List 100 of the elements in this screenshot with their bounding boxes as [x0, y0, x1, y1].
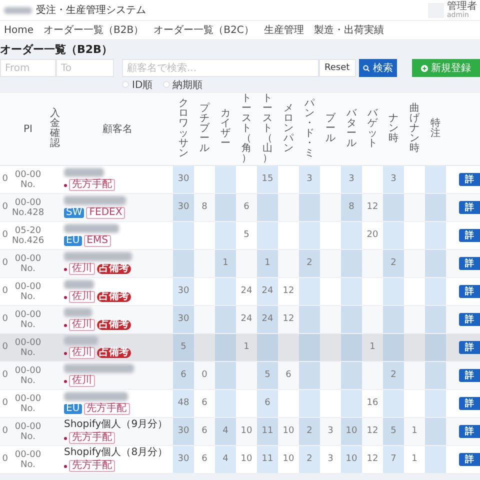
redacted-logo	[4, 6, 32, 14]
pi-number: 00-00	[14, 366, 42, 376]
label-tag: 先方手配	[69, 179, 115, 191]
table-cell: 0	[2, 370, 8, 380]
detail-button[interactable]: 詳	[459, 425, 480, 438]
column-header: トースト（山）	[262, 94, 272, 164]
quantity: 10	[346, 454, 358, 464]
detail-button[interactable]: 詳	[459, 453, 480, 466]
quantity: 10	[282, 454, 294, 464]
table-cell: 0	[2, 342, 8, 352]
pi-number: No.	[20, 180, 36, 190]
pi-number: 00-00	[14, 282, 42, 292]
quantity: 20	[366, 230, 378, 240]
detail-button[interactable]: 詳	[459, 341, 480, 354]
quantity: 6	[202, 398, 208, 408]
quantity: 1	[412, 426, 418, 436]
nav-link[interactable]: オーダー一覧（B2B）	[44, 23, 144, 37]
column-header: クロワッサン	[178, 99, 188, 159]
label-tag: 佐川	[69, 263, 95, 275]
quantity: 4	[222, 454, 228, 464]
quantity: 12	[366, 426, 378, 436]
quantity: 1	[244, 342, 250, 352]
quantity: 10	[282, 426, 294, 436]
quantity: 12	[366, 202, 378, 212]
quantity: 30	[178, 314, 190, 324]
quantity: 12	[282, 314, 294, 324]
quantity: 3	[390, 174, 396, 184]
pi-number: No.426	[10, 236, 46, 246]
detail-button[interactable]: 詳	[459, 397, 480, 410]
quantity: 12	[366, 454, 378, 464]
pi-number: No.	[20, 320, 36, 330]
pi-number: 00-00	[14, 254, 42, 264]
quantity: 11	[262, 426, 274, 436]
page-title: オーダー一覧（B2B）	[0, 42, 114, 58]
quantity: 15	[262, 174, 274, 184]
plus-circle-icon	[421, 64, 428, 72]
detail-button[interactable]: 詳	[459, 229, 480, 242]
column-header: プチブール	[200, 104, 210, 154]
detail-button[interactable]: 詳	[459, 285, 480, 298]
pi-number: No.	[20, 264, 36, 274]
search-button[interactable]: 検索	[358, 59, 398, 77]
pi-number: 00-00	[14, 422, 42, 432]
table-cell: 0	[2, 202, 8, 212]
note-tag: 占備考	[97, 264, 131, 274]
pi-number: No.	[20, 292, 36, 302]
nav-link[interactable]: 生産管理	[264, 23, 304, 37]
column-header: パン・ド・ミ	[304, 99, 314, 159]
new-button[interactable]: 新規登録	[412, 59, 480, 77]
quantity: 3	[348, 174, 354, 184]
table-cell: 0	[2, 230, 8, 240]
label-tag: 佐川	[69, 347, 95, 359]
detail-button[interactable]: 詳	[459, 173, 480, 186]
quantity: 4	[222, 426, 228, 436]
column-header: 顧客名	[102, 124, 132, 135]
column-header: 特注	[430, 119, 440, 139]
table-cell: 0	[2, 314, 8, 324]
note-tag: 占備考	[97, 348, 131, 358]
quantity: 0	[202, 370, 208, 380]
detail-button[interactable]: 詳	[459, 369, 480, 382]
detail-button[interactable]: 詳	[459, 313, 480, 326]
search-field[interactable]: 顧客名で検索...	[122, 59, 319, 77]
detail-button[interactable]: 詳	[459, 257, 480, 270]
sort-option[interactable]: 納期順	[162, 78, 203, 91]
pi-number: 05-20	[14, 226, 42, 236]
customer-name: Shopify個人（8月分）	[64, 447, 169, 458]
label-tag: 佐川	[69, 291, 95, 303]
nav-link[interactable]: 製造・出荷実績	[314, 23, 384, 37]
label-tag: 先方手配	[69, 460, 115, 472]
customer-name: Shopify個人（9月分）	[64, 419, 169, 430]
quantity: 2	[306, 454, 312, 464]
table-cell: 0	[2, 258, 8, 268]
quantity: 30	[178, 174, 190, 184]
pi-number: No.	[20, 432, 36, 442]
column-header: バゲット	[368, 109, 378, 149]
quantity: 5	[180, 342, 186, 352]
note-tag: 占備考	[97, 320, 131, 330]
quantity: 7	[390, 454, 396, 464]
quantity: 5	[264, 370, 270, 380]
nav-link[interactable]: Home	[4, 24, 34, 36]
radio-icon[interactable]	[162, 81, 170, 88]
quantity: 30	[178, 286, 190, 296]
column-header: 曲げナン時	[410, 104, 420, 154]
pi-number: 00-00	[14, 450, 42, 460]
sort-option[interactable]: ID順	[122, 78, 153, 91]
quantity: 3	[328, 426, 334, 436]
reset-button[interactable]: Reset	[318, 59, 356, 77]
quantity: 48	[178, 398, 190, 408]
pi-number: No.	[20, 460, 36, 470]
nav-link[interactable]: オーダー一覧（B2C）	[154, 23, 254, 37]
column-header: バタール	[346, 109, 356, 149]
quantity: 10	[346, 426, 358, 436]
label-tag: 佐川	[69, 375, 95, 387]
radio-icon[interactable]	[122, 81, 129, 88]
quantity: 1	[264, 258, 270, 268]
detail-button[interactable]: 詳	[459, 201, 480, 214]
to-field[interactable]: To	[56, 59, 114, 77]
table-cell: 0	[2, 398, 8, 408]
column-header: カイザー	[220, 109, 230, 149]
from-field[interactable]: From	[0, 59, 56, 77]
quantity: 24	[262, 286, 274, 296]
